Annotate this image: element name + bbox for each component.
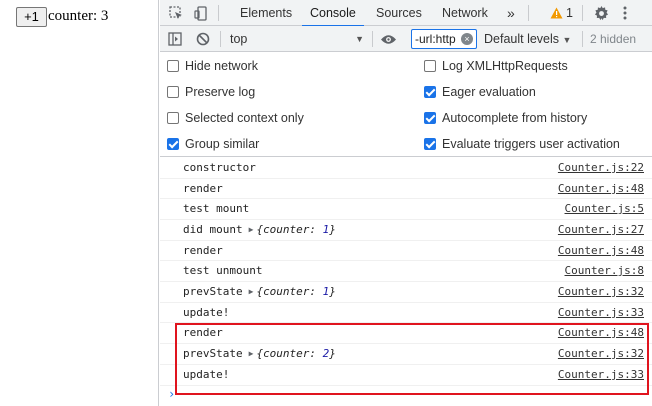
log-message: test mount: [183, 202, 250, 215]
object-key: counter: [263, 223, 310, 236]
group-similar-option[interactable]: Group similar: [167, 134, 259, 154]
preserve-log-checkbox[interactable]: [167, 86, 179, 98]
toolbar-divider: [528, 5, 529, 21]
console-settings-pane: Hide network Preserve log Selected conte…: [160, 53, 652, 157]
object-key: counter: [263, 285, 310, 298]
source-link[interactable]: Counter.js:32: [558, 282, 644, 302]
context-select[interactable]: top ▼: [230, 29, 366, 49]
console-row: constructor Counter.js:22: [160, 158, 652, 179]
tab-console[interactable]: Console: [302, 0, 364, 27]
source-link[interactable]: Counter.js:33: [558, 303, 644, 323]
log-message: did mount ▶ {counter: 1}: [183, 220, 336, 240]
devtools-tabbar: Elements Console Sources Network » 1: [160, 0, 652, 27]
warning-count[interactable]: 1: [566, 0, 573, 26]
source-link[interactable]: Counter.js:5: [565, 199, 644, 219]
log-xhr-option[interactable]: Log XMLHttpRequests: [424, 56, 568, 76]
log-message: prevState ▶ {counter: 1}: [183, 282, 336, 302]
console-row: did mount ▶ {counter: 1} Counter.js:27: [160, 220, 652, 241]
source-link[interactable]: Counter.js:48: [558, 179, 644, 199]
preserve-log-option[interactable]: Preserve log: [167, 82, 255, 102]
eval-triggers-option[interactable]: Evaluate triggers user activation: [424, 134, 620, 154]
console-row: update! Counter.js:33: [160, 303, 652, 323]
toolbar-divider: [582, 5, 583, 21]
selected-context-label: Selected context only: [185, 111, 304, 125]
console-row: prevState ▶ {counter: 1} Counter.js:32: [160, 282, 652, 303]
source-link[interactable]: Counter.js:27: [558, 220, 644, 240]
log-message: update!: [183, 306, 230, 319]
page-viewport: +1 counter: 3: [0, 0, 159, 406]
toolbar-divider: [218, 5, 219, 21]
highlight-annotation-box: [175, 323, 649, 395]
chevron-down-icon: ▼: [562, 35, 572, 45]
source-link[interactable]: Counter.js:48: [558, 241, 644, 261]
hidden-messages-count: 2 hidden: [590, 32, 637, 46]
tab-elements[interactable]: Elements: [240, 0, 292, 26]
selected-context-option[interactable]: Selected context only: [167, 108, 304, 128]
log-message: constructor: [183, 161, 256, 174]
filter-value: -url:http: [415, 32, 456, 46]
tab-network[interactable]: Network: [442, 0, 488, 26]
eval-triggers-checkbox[interactable]: [424, 138, 436, 150]
toolbar-divider: [582, 31, 583, 47]
object-value: 1: [322, 223, 330, 236]
log-object-preview[interactable]: {counter: 1}: [256, 285, 335, 298]
increment-button[interactable]: +1: [16, 7, 47, 27]
object-value: 1: [322, 285, 330, 298]
selected-context-checkbox[interactable]: [167, 112, 179, 124]
eval-triggers-label: Evaluate triggers user activation: [442, 137, 620, 151]
log-xhr-checkbox[interactable]: [424, 60, 436, 72]
log-message: test unmount: [183, 264, 263, 277]
console-row: test mount Counter.js:5: [160, 199, 652, 220]
eager-evaluation-checkbox[interactable]: [424, 86, 436, 98]
toolbar-divider: [372, 31, 373, 47]
inspect-element-icon[interactable]: [166, 0, 186, 26]
toolbar-divider: [220, 31, 221, 47]
log-xhr-label: Log XMLHttpRequests: [442, 59, 568, 73]
chevron-down-icon: ▼: [355, 34, 364, 44]
hide-network-label: Hide network: [185, 59, 258, 73]
log-levels-dropdown[interactable]: Default levels ▼: [484, 26, 571, 52]
device-toolbar-icon[interactable]: [191, 0, 211, 26]
eager-evaluation-option[interactable]: Eager evaluation: [424, 82, 536, 102]
autocomplete-checkbox[interactable]: [424, 112, 436, 124]
more-tabs-button[interactable]: »: [507, 0, 515, 26]
warning-icon[interactable]: [549, 0, 563, 26]
group-similar-label: Group similar: [185, 137, 260, 151]
filter-input[interactable]: -url:http ×: [411, 29, 477, 49]
group-similar-checkbox[interactable]: [167, 138, 179, 150]
console-row: test unmount Counter.js:8: [160, 261, 652, 282]
console-row: render Counter.js:48: [160, 241, 652, 261]
autocomplete-label: Autocomplete from history: [442, 111, 588, 125]
clear-console-icon[interactable]: [194, 26, 212, 52]
sidebar-toggle-icon[interactable]: [166, 26, 184, 52]
settings-gear-icon[interactable]: [592, 0, 610, 26]
log-text: did mount: [183, 223, 243, 236]
log-levels-label: Default levels: [484, 32, 560, 46]
autocomplete-option[interactable]: Autocomplete from history: [424, 108, 587, 128]
source-link[interactable]: Counter.js:22: [558, 158, 644, 178]
log-object-preview[interactable]: {counter: 1}: [256, 223, 335, 236]
log-text: prevState: [183, 285, 243, 298]
console-toolbar: top ▼ -url:http × Default levels ▼ 2 hid…: [160, 26, 652, 52]
source-link[interactable]: Counter.js:8: [565, 261, 644, 281]
log-message: render: [183, 244, 223, 257]
console-row: render Counter.js:48: [160, 179, 652, 199]
eager-evaluation-label: Eager evaluation: [442, 85, 536, 99]
preserve-log-label: Preserve log: [185, 85, 256, 99]
expand-triangle-icon[interactable]: ▶: [249, 225, 254, 234]
live-expression-eye-icon[interactable]: [378, 26, 398, 52]
hide-network-checkbox[interactable]: [167, 60, 179, 72]
expand-triangle-icon[interactable]: ▶: [249, 287, 254, 296]
more-options-icon[interactable]: [618, 0, 632, 26]
log-message: render: [183, 182, 223, 195]
tab-sources[interactable]: Sources: [376, 0, 422, 26]
counter-text: counter: 3: [48, 8, 109, 24]
context-value: top: [230, 32, 248, 46]
clear-filter-icon[interactable]: ×: [461, 33, 473, 45]
hide-network-option[interactable]: Hide network: [167, 56, 258, 76]
